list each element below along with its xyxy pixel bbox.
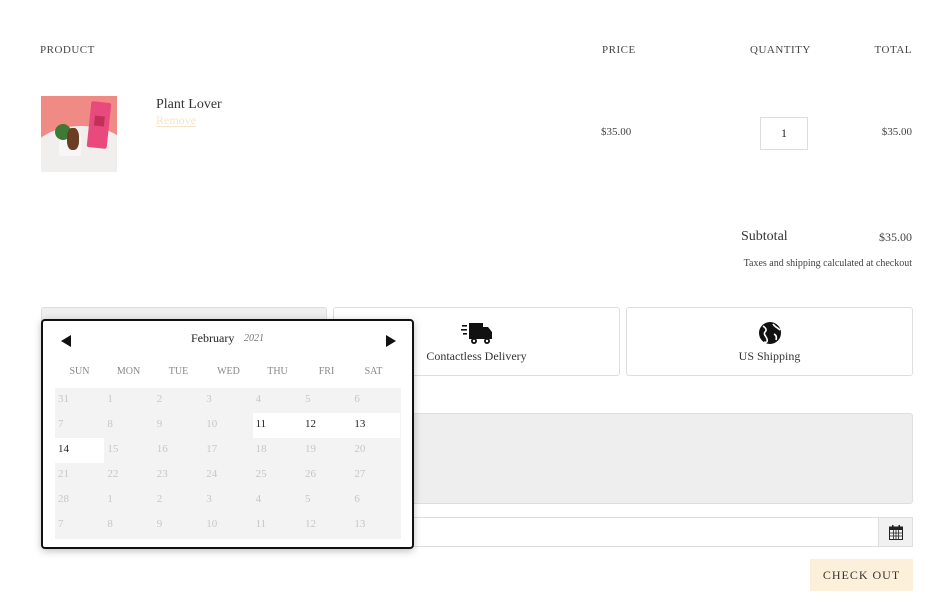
calendar-day-disabled: 16 [156,443,168,455]
calendar-day-disabled: 10 [206,418,218,430]
calendar-day-disabled: 31 [58,393,69,405]
calendar-day-disabled: 27 [354,468,366,480]
calendar-day-disabled: 23 [156,468,168,480]
calendar-day-disabled: 24 [206,468,218,480]
weekday-header: SAT [364,366,383,377]
calendar-day-disabled: 6 [354,493,360,505]
weekday-header: FRI [318,366,335,377]
calendar-day-disabled: 9 [156,518,163,530]
delivery-truck-icon [460,323,492,344]
calendar-day-disabled: 3 [206,393,212,405]
calendar-day-disabled: 12 [305,518,316,530]
calendar-day-disabled: 8 [107,418,113,430]
calendar-day-disabled: 2 [156,493,163,505]
globe-icon [758,322,781,344]
calendar-day-disabled: 22 [107,468,119,480]
calendar-day-disabled: 21 [58,468,69,480]
subtotal-label: Subtotal [741,229,788,244]
calendar-button[interactable] [878,517,913,547]
calendar-day-disabled: 7 [58,518,64,530]
checkout-button[interactable]: CHECK OUT [810,559,913,591]
product-image[interactable] [41,96,117,172]
weekday-header: THU [267,366,288,377]
calendar-day-disabled: 3 [206,493,212,505]
calendar-day-disabled: 17 [206,443,218,455]
calendar-day-disabled: 2 [156,393,163,405]
calendar-day-disabled: 1 [107,393,113,405]
calendar-day-disabled: 20 [354,443,366,455]
calendar-year: 2021 [244,333,264,344]
calendar-day-available[interactable]: 13 [351,413,401,438]
calendar-day-disabled: 19 [305,443,316,455]
calendar-day-disabled: 5 [305,393,311,405]
column-header-quantity: QUANTITY [750,44,811,56]
column-header-product: PRODUCT [40,44,95,56]
calendar-day-disabled: 10 [206,518,218,530]
calendar-day-disabled: 13 [354,518,366,530]
weekday-header: SUN [69,366,90,377]
product-name[interactable]: Plant Lover [156,97,222,113]
quantity-input[interactable] [760,117,808,150]
calendar-day-disabled: 5 [305,493,311,505]
calendar-day-available[interactable]: 14 [55,438,104,463]
calendar-day-disabled: 8 [107,518,113,530]
weekday-header: MON [116,366,141,377]
calendar-day-disabled: 4 [255,493,262,505]
calendar-day-disabled: 9 [156,418,163,430]
calendar-day-disabled: 1 [107,493,113,505]
calendar-day-disabled: 26 [305,468,316,480]
calendar-day-disabled: 18 [255,443,267,455]
remove-link[interactable]: Remove [156,113,196,128]
calendar-days-grid: 31 1 2 3 4 5 6 7 8 9 10 11 12 13 14 15 16 17 18 19 20 21 22 23 2… [55,388,401,539]
date-picker-popup[interactable]: February 2021 31 1 2 3 4 5 6 7 8 9 10 11 12 13 14 15 16 1… [41,319,414,549]
calendar-day-disabled: 28 [58,493,69,505]
weekday-header: TUE [168,366,189,377]
calendar-day-available[interactable]: 12 [302,413,351,438]
next-month-icon[interactable] [386,335,396,347]
line-total: $35.00 [881,126,912,138]
calendar-day-disabled: 6 [354,393,360,405]
column-header-price: PRICE [602,44,636,56]
calendar-month: February [191,331,235,345]
weekday-header: WED [217,366,240,377]
previous-month-icon[interactable] [61,335,71,347]
feature-option-us-shipping[interactable]: US Shipping [626,307,913,376]
subtotal-value: $35.00 [879,230,912,244]
calendar-icon [889,525,903,540]
calendar-day-disabled: 4 [255,393,262,405]
calendar-day-disabled: 25 [255,468,267,480]
calendar-day-disabled: 7 [58,418,64,430]
column-header-total: TOTAL [874,44,912,56]
item-price: $35.00 [601,126,632,138]
tax-note: Taxes and shipping calculated at checkou… [743,258,912,269]
calendar-day-disabled: 15 [107,443,119,455]
calendar-day-disabled: 11 [255,518,267,530]
calendar-day-available[interactable]: 11 [252,413,302,438]
feature-label: US Shipping [738,349,801,363]
